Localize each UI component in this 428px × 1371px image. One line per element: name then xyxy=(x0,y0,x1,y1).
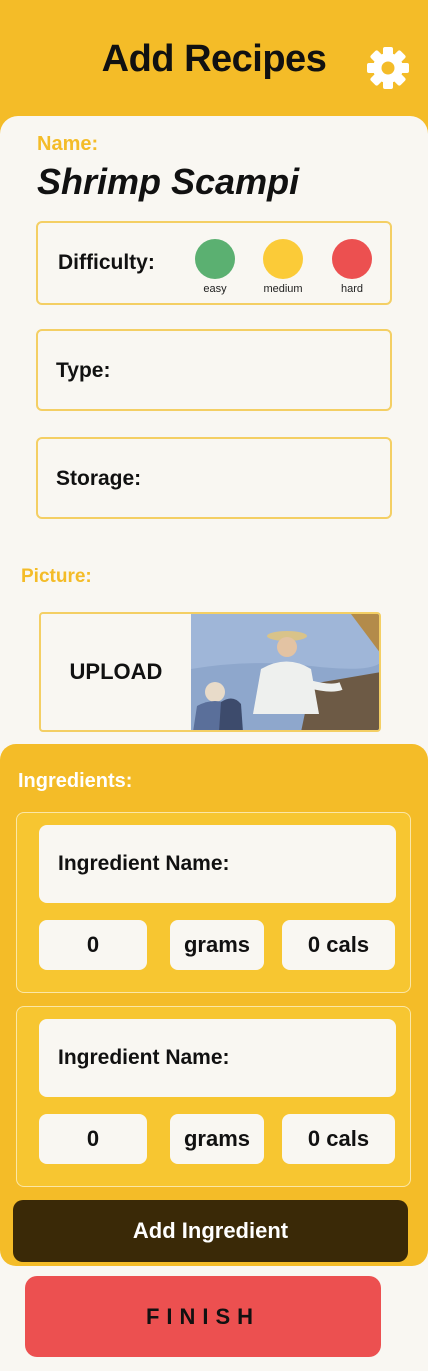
difficulty-easy-label: easy xyxy=(203,283,227,295)
ingredient-calories-field[interactable]: 0 cals xyxy=(282,920,395,970)
difficulty-easy-button[interactable] xyxy=(195,239,235,279)
recipe-name-field[interactable]: Shrimp Scampi xyxy=(37,161,299,203)
ingredient-card: Ingredient Name: 0 grams 0 cals xyxy=(16,812,411,993)
difficulty-hard-label: hard xyxy=(340,283,364,295)
finish-button[interactable]: FINISH xyxy=(25,1276,381,1357)
ingredient-name-field[interactable]: Ingredient Name: xyxy=(39,825,396,903)
recipe-photo-thumbnail xyxy=(191,614,379,730)
type-label: Type: xyxy=(56,359,111,382)
ingredient-quantity-field[interactable]: 0 xyxy=(39,1114,147,1164)
difficulty-medium-button[interactable] xyxy=(263,239,303,279)
ingredient-calories-field[interactable]: 0 cals xyxy=(282,1114,395,1164)
difficulty-medium-label: medium xyxy=(263,283,303,295)
gear-icon[interactable] xyxy=(364,44,412,92)
picture-label: Picture: xyxy=(21,566,92,587)
storage-field[interactable]: Storage: xyxy=(36,437,392,519)
difficulty-box: Difficulty: easy medium hard xyxy=(36,221,392,305)
ingredient-name-field[interactable]: Ingredient Name: xyxy=(39,1019,396,1097)
ingredient-quantity-field[interactable]: 0 xyxy=(39,920,147,970)
difficulty-label: Difficulty: xyxy=(58,251,155,274)
picture-upload-area: UPLOAD xyxy=(39,612,381,732)
ingredient-unit-field[interactable]: grams xyxy=(170,920,264,970)
ingredient-card: Ingredient Name: 0 grams 0 cals xyxy=(16,1006,411,1187)
upload-button[interactable]: UPLOAD xyxy=(41,614,191,730)
add-ingredient-button[interactable]: Add Ingredient xyxy=(13,1200,408,1262)
storage-label: Storage: xyxy=(56,467,142,490)
type-field[interactable]: Type: xyxy=(36,329,392,411)
difficulty-hard-button[interactable] xyxy=(332,239,372,279)
ingredients-label: Ingredients: xyxy=(18,770,133,792)
ingredient-unit-field[interactable]: grams xyxy=(170,1114,264,1164)
name-label: Name: xyxy=(37,133,99,155)
